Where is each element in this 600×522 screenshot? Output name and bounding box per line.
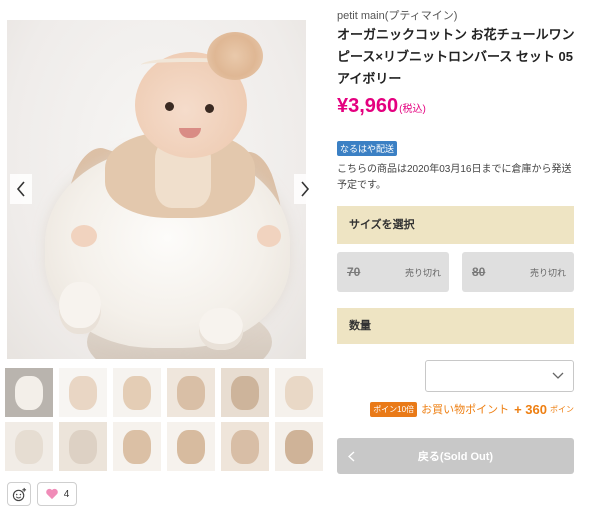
size-option-70[interactable]: 70 売り切れ bbox=[337, 252, 449, 292]
thumbnail-garment bbox=[231, 376, 259, 410]
points-label: お買い物ポイント bbox=[421, 404, 510, 416]
points-unit: ポイン bbox=[550, 404, 574, 414]
thumbnail-garment bbox=[285, 376, 313, 410]
add-reaction-button[interactable] bbox=[7, 482, 31, 506]
thumbnail-garment bbox=[123, 376, 151, 410]
chevron-down-icon bbox=[552, 372, 564, 379]
size-value: 80 bbox=[472, 265, 486, 279]
photo-hand-right bbox=[257, 225, 281, 247]
thumbnail-gallery bbox=[5, 368, 323, 471]
photo-eye-right bbox=[205, 104, 214, 113]
size-value: 70 bbox=[347, 265, 361, 279]
heart-icon bbox=[45, 488, 58, 500]
thumbnail-11[interactable] bbox=[221, 422, 269, 471]
price-row: ¥3,960(税込) bbox=[337, 95, 426, 118]
brand-name[interactable]: petit main(プティマイン) bbox=[337, 7, 457, 23]
thumbnail-9[interactable] bbox=[113, 422, 161, 471]
thumbnail-garment bbox=[231, 430, 259, 464]
points-row: ポイン10倍 お買い物ポイント + 360 ポイン bbox=[370, 401, 574, 417]
photo-eye-left bbox=[165, 102, 174, 111]
thumbnail-4[interactable] bbox=[167, 368, 215, 417]
size-option-80[interactable]: 80 売り切れ bbox=[462, 252, 574, 292]
quantity-select[interactable] bbox=[425, 360, 574, 392]
thumbnail-garment bbox=[123, 430, 151, 464]
size-status: 売り切れ bbox=[404, 267, 441, 278]
thumbnail-2[interactable] bbox=[59, 368, 107, 417]
thumbnail-12[interactable] bbox=[275, 422, 323, 471]
chevron-left-icon bbox=[348, 451, 355, 462]
photo-hand-left bbox=[71, 225, 97, 247]
size-section-label: サイズを選択 bbox=[349, 219, 415, 231]
chevron-right-icon bbox=[301, 181, 310, 197]
shipping-badge: なるはや配送 bbox=[337, 141, 398, 156]
photo-foot-left bbox=[59, 282, 101, 334]
thumbnail-1[interactable] bbox=[5, 368, 53, 417]
thumbnail-7[interactable] bbox=[5, 422, 53, 471]
like-count: 4 bbox=[63, 488, 70, 500]
add-emoji-icon bbox=[12, 487, 26, 501]
thumbnail-garment bbox=[285, 430, 313, 464]
sold-out-back-button[interactable]: 戻る(Sold Out) bbox=[337, 438, 574, 474]
product-price: ¥3,960 bbox=[337, 95, 399, 117]
thumbnail-garment bbox=[69, 376, 97, 410]
like-button[interactable]: 4 bbox=[37, 482, 77, 506]
prev-image-button[interactable] bbox=[10, 174, 32, 204]
thumbnail-5[interactable] bbox=[221, 368, 269, 417]
thumbnail-3[interactable] bbox=[113, 368, 161, 417]
thumbnail-garment bbox=[69, 430, 97, 464]
next-image-button[interactable] bbox=[294, 174, 316, 204]
thumbnail-6[interactable] bbox=[275, 368, 323, 417]
product-main-image[interactable] bbox=[7, 20, 306, 359]
sold-out-button-label: 戻る(Sold Out) bbox=[417, 451, 494, 463]
photo-foot-right bbox=[199, 308, 243, 350]
size-status: 売り切れ bbox=[529, 267, 566, 278]
tax-label: (税込) bbox=[399, 104, 426, 115]
points-value: + 360 bbox=[514, 401, 547, 417]
quantity-section-header: 数量 bbox=[337, 308, 574, 344]
photo-headband-flower bbox=[207, 32, 263, 80]
thumbnail-garment bbox=[177, 430, 205, 464]
chevron-left-icon bbox=[16, 181, 25, 197]
points-multiplier-badge: ポイン10倍 bbox=[370, 401, 418, 417]
shipping-note: こちらの商品は2020年03月16日までに倉庫から発送予定です。 bbox=[337, 164, 572, 191]
thumbnail-8[interactable] bbox=[59, 422, 107, 471]
thumbnail-garment bbox=[15, 376, 43, 410]
thumbnail-garment bbox=[15, 430, 43, 464]
thumbnail-garment bbox=[177, 376, 205, 410]
thumbnail-10[interactable] bbox=[167, 422, 215, 471]
quantity-section-label: 数量 bbox=[349, 320, 371, 332]
size-section-header: サイズを選択 bbox=[337, 206, 574, 244]
product-title: オーガニックコットン お花チュールワンピース×リブニットロンバース セット 05… bbox=[337, 27, 575, 86]
